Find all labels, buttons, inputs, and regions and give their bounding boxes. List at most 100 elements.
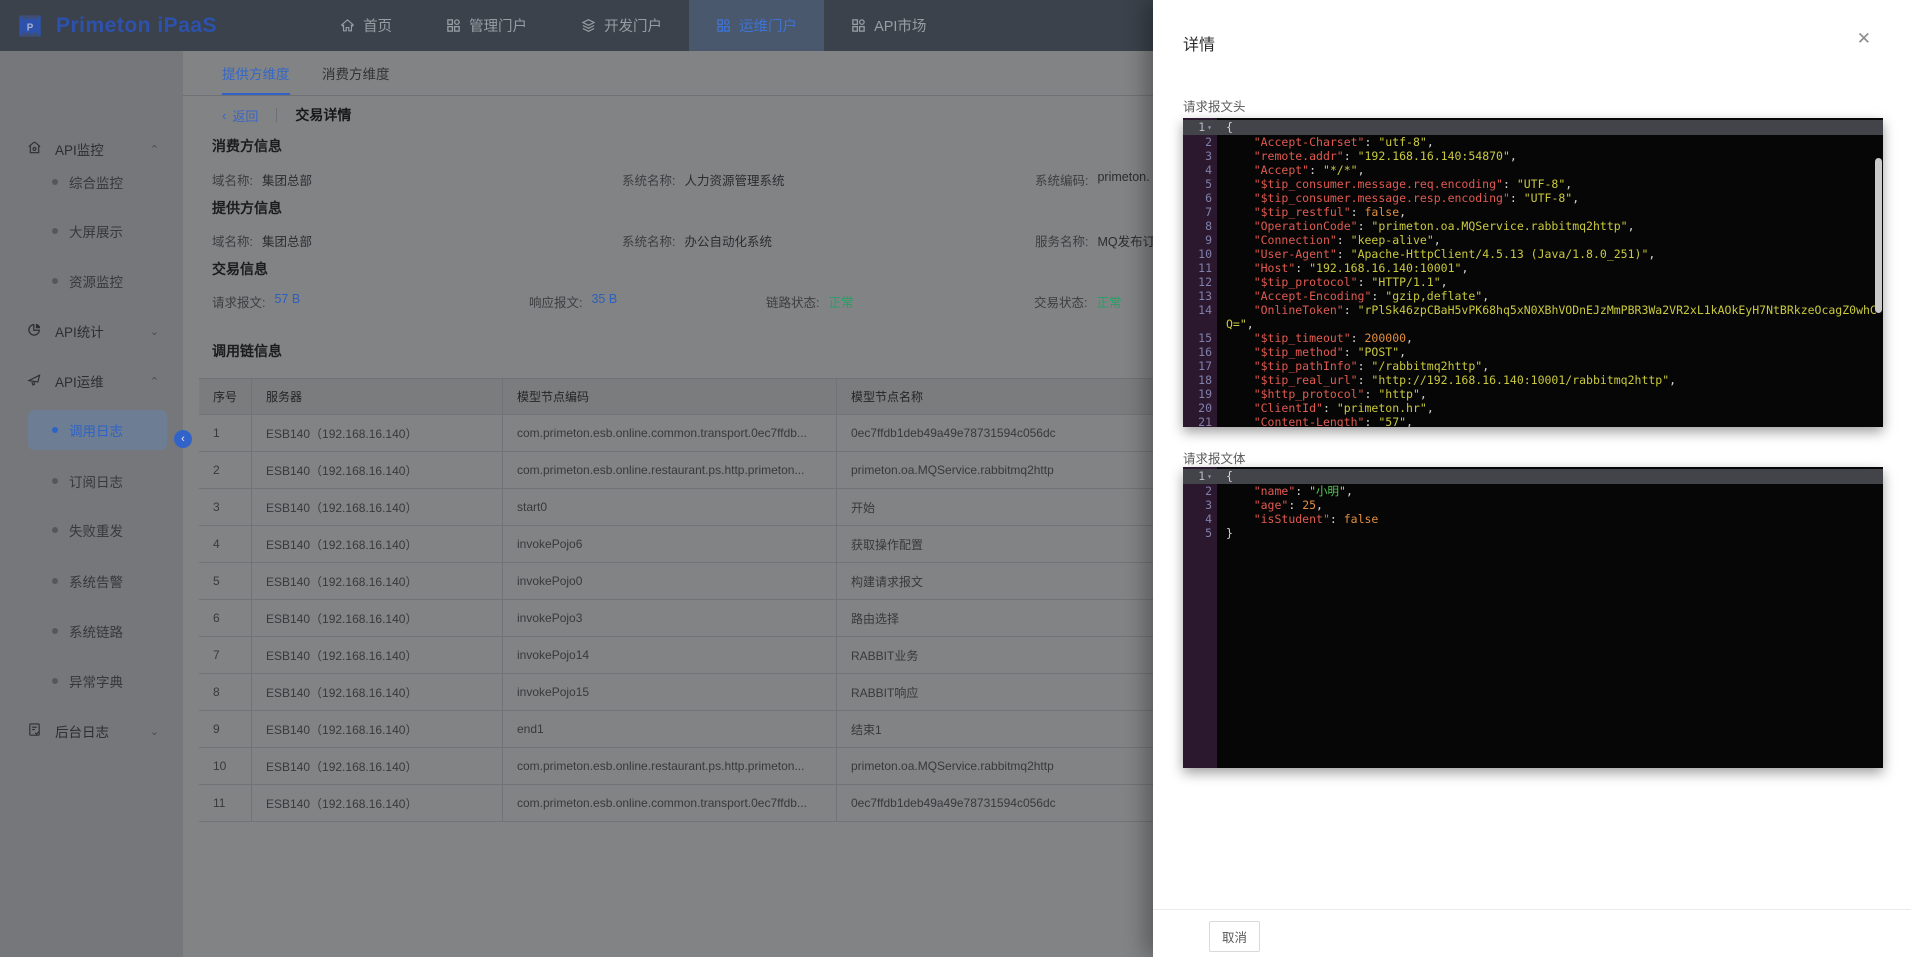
code-text: "$tip_timeout": 200000, — [1217, 331, 1883, 345]
sidebar-item-3[interactable]: 大屏展示 — [28, 211, 167, 251]
code-text: "Accept-Charset": "utf-8", — [1217, 135, 1883, 149]
table-cell: ESB140（192.168.16.140） — [252, 711, 503, 747]
sidebar-group-13[interactable]: 后台日志⌄ — [0, 711, 183, 751]
back-button[interactable]: ‹ 返回 — [222, 106, 258, 125]
nav-item-1[interactable]: 首页 — [313, 0, 419, 51]
code-line: 3 "age": 25, — [1183, 498, 1883, 512]
table-cell: ESB140（192.168.16.140） — [252, 563, 503, 599]
chevron-down-icon: ⌄ — [150, 725, 159, 738]
code-text: "User-Agent": "Apache-HttpClient/4.5.13 … — [1217, 247, 1883, 261]
code-line: 11 "Host": "192.168.16.140:10001", — [1183, 261, 1883, 275]
table-cell: ESB140（192.168.16.140） — [252, 637, 503, 673]
line-number: 17 — [1183, 359, 1217, 373]
code-line: 15 "$tip_timeout": 200000, — [1183, 331, 1883, 345]
nav-item-3[interactable]: 开发门户 — [554, 0, 689, 51]
sidebar-collapse-button[interactable]: ‹ — [174, 430, 192, 448]
code-text: { — [1217, 469, 1883, 484]
table-cell: ESB140（192.168.16.140） — [252, 748, 503, 784]
code-line: 2 "name": "小明", — [1183, 484, 1883, 498]
code-line: 6 "$tip_consumer.message.resp.encoding":… — [1183, 191, 1883, 205]
brand-logo: P Primeton iPaaS — [14, 10, 217, 42]
table-cell: 5 — [199, 563, 252, 599]
table-cell: invokePojo0 — [503, 563, 837, 599]
code-text: "OperationCode": "primeton.oa.MQService.… — [1217, 219, 1883, 233]
nav-item-5[interactable]: API市场 — [824, 0, 953, 51]
bullet-dot-icon — [52, 278, 58, 284]
sidebar-item-8[interactable]: 订阅日志 — [28, 461, 167, 501]
sidebar-group-6[interactable]: API运维⌃ — [0, 361, 183, 401]
code-line: 20 "ClientId": "primeton.hr", — [1183, 401, 1883, 415]
code-line: 21 "Content-Length": "57", — [1183, 415, 1883, 427]
code-line: 12 "$tip_protocol": "HTTP/1.1", — [1183, 275, 1883, 289]
request-body-editor[interactable]: 1▾{2 "name": "小明",3 "age": 25,4 "isStude… — [1183, 467, 1883, 768]
tab-2[interactable]: 消费方维度 — [322, 51, 390, 95]
code-line: 1▾{ — [1183, 120, 1883, 135]
appstore-icon — [716, 18, 731, 33]
layers-icon — [581, 18, 596, 33]
sidebar-item-4[interactable]: 资源监控 — [28, 261, 167, 301]
breadcrumb-divider — [276, 108, 277, 122]
sidebar-item-label: 综合监控 — [69, 172, 123, 192]
table-cell: invokePojo3 — [503, 600, 837, 636]
code-text: "isStudent": false — [1217, 512, 1883, 526]
line-number: 6 — [1183, 191, 1217, 205]
sidebar-item-9[interactable]: 失败重发 — [28, 510, 167, 550]
tab-1[interactable]: 提供方维度 — [222, 51, 290, 95]
code-line: 19 "$http_protocol": "http", — [1183, 387, 1883, 401]
sidebar-item-2[interactable]: 综合监控 — [28, 162, 167, 202]
fold-arrow-icon[interactable]: ▾ — [1207, 472, 1212, 481]
field-label: 域名称: — [212, 170, 253, 189]
request-header-editor[interactable]: 1▾{2 "Accept-Charset": "utf-8",3 "remote… — [1183, 118, 1883, 427]
field-label: 域名称: — [212, 231, 253, 250]
line-number: 5 — [1183, 526, 1217, 540]
info-field: 域名称:集团总部 — [212, 231, 312, 250]
nav-item-label: 开发门户 — [604, 15, 662, 36]
table-cell: ESB140（192.168.16.140） — [252, 415, 503, 451]
line-number: 2 — [1183, 135, 1217, 149]
info-field: 域名称: 集团总部 — [212, 170, 312, 189]
nav-item-4[interactable]: 运维门户 — [689, 0, 824, 51]
field-label: 系统名称: — [622, 170, 675, 189]
info-field: 系统名称:办公自动化系统 — [622, 231, 772, 250]
line-number: 3 — [1183, 498, 1217, 512]
line-number: 4 — [1183, 512, 1217, 526]
nav-item-label: 管理门户 — [469, 15, 527, 36]
field-label: 交易状态: — [1034, 292, 1087, 311]
bullet-dot-icon — [52, 578, 58, 584]
table-cell: ESB140（192.168.16.140） — [252, 452, 503, 488]
cancel-button[interactable]: 取消 — [1209, 921, 1260, 952]
page-title: 交易详情 — [295, 105, 351, 125]
sidebar-item-11[interactable]: 系统链路 — [28, 611, 167, 651]
sidebar-item-label: 系统告警 — [69, 571, 123, 591]
sidebar-item-10[interactable]: 系统告警 — [28, 561, 167, 601]
nav-item-2[interactable]: 管理门户 — [419, 0, 554, 51]
sidebar-item-label: 大屏展示 — [69, 221, 123, 241]
fold-arrow-icon[interactable]: ▾ — [1207, 123, 1212, 132]
code-text: "OnlineToken": "rPlSk46zpCBaH5vPK68hq5xN… — [1217, 303, 1883, 331]
bullet-dot-icon — [52, 427, 58, 433]
line-number: 1▾ — [1183, 469, 1217, 484]
code-text: "age": 25, — [1217, 498, 1883, 512]
request-header-label: 请求报文头 — [1183, 96, 1246, 115]
table-cell: 11 — [199, 785, 252, 821]
code-line: 4 "Accept": "*/*", — [1183, 163, 1883, 177]
close-icon[interactable]: ✕ — [1857, 29, 1871, 49]
logo-icon: P — [14, 10, 46, 42]
line-number: 10 — [1183, 247, 1217, 261]
chain-section-title: 调用链信息 — [212, 341, 282, 361]
sidebar-item-7[interactable]: 调用日志 — [28, 410, 167, 450]
field-value: 正常 — [828, 292, 853, 311]
field-value: 集团总部 — [262, 170, 312, 189]
line-number: 20 — [1183, 401, 1217, 415]
editor-scrollbar[interactable] — [1875, 158, 1882, 313]
sidebar-group-5[interactable]: API统计⌄ — [0, 311, 183, 351]
field-value: 35 B — [591, 292, 617, 311]
bullet-dot-icon — [52, 179, 58, 185]
pie-icon — [27, 322, 42, 340]
code-line: 4 "isStudent": false — [1183, 512, 1883, 526]
sidebar-item-label: 失败重发 — [69, 520, 123, 540]
line-number: 13 — [1183, 289, 1217, 303]
table-cell: com.primeton.esb.online.restaurant.ps.ht… — [503, 748, 837, 784]
sidebar-item-12[interactable]: 异常字典 — [28, 661, 167, 701]
back-label: 返回 — [232, 106, 258, 125]
